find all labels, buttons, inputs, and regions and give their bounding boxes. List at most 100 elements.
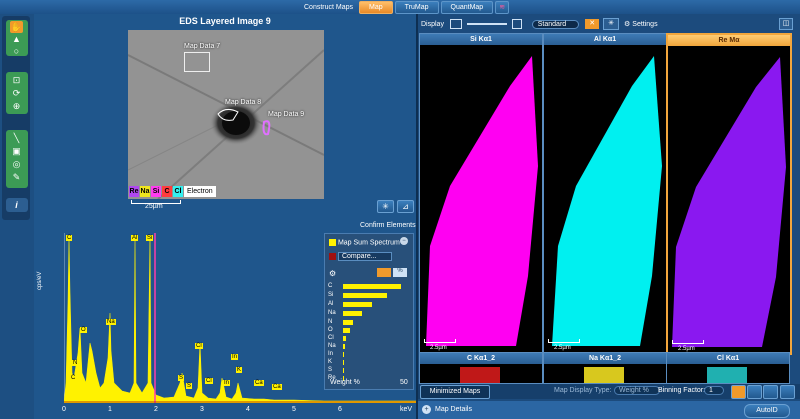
x-tick-6: 6 — [338, 406, 342, 413]
percent-toggle[interactable]: % — [393, 268, 407, 277]
draw-tool-group: ╲ ▣ ◎ ✎ — [6, 130, 28, 188]
compare-dropdown[interactable]: Compare... — [337, 252, 392, 261]
export-map-icon[interactable] — [763, 385, 778, 399]
map-tile-na[interactable]: Na Kα1_2 — [543, 352, 667, 384]
tool-strip: ✋ ▲ ○ ⊡ ⟳ ⊕ ╲ ▣ ◎ ✎ i — [2, 16, 30, 220]
element-row-o: O — [328, 327, 333, 333]
color-icon[interactable] — [780, 385, 795, 399]
overlay-icon[interactable]: ✕ — [585, 19, 600, 29]
legend-na[interactable]: Na — [140, 186, 150, 197]
map-tile-re[interactable]: Re Mα 2.5µm — [666, 33, 792, 355]
rectangle-tool-icon[interactable]: ▣ — [10, 145, 23, 157]
confirm-elements-link[interactable]: Confirm Elements — [360, 222, 416, 229]
peak-label-cl1: Cl — [195, 343, 203, 349]
brightness-icon[interactable]: ✳ — [377, 200, 394, 213]
element-row-n: N — [328, 319, 333, 325]
series-swatch — [329, 239, 336, 246]
scale-bar-label: 25µm — [145, 203, 163, 210]
brightness-map-icon[interactable]: ✳ — [603, 18, 620, 30]
element-row-k: K — [328, 359, 333, 365]
series-row[interactable]: Map Sum Spectrum — [329, 239, 400, 246]
map-add-icon[interactable]: ⊕ — [10, 100, 23, 112]
weight-footer-value: 50 — [400, 379, 408, 386]
quantmap-button[interactable]: QuantMap — [440, 0, 494, 14]
legend-si[interactable]: Si — [151, 186, 161, 197]
map-button[interactable]: Map — [359, 0, 393, 14]
collapse-icon[interactable]: − — [400, 237, 408, 245]
x-axis-label: keV — [400, 406, 413, 413]
construct-maps-bar: Construct Maps Map TruMap QuantMap ≋ — [300, 0, 510, 14]
large-view-icon[interactable] — [511, 19, 522, 29]
grid-icon[interactable] — [449, 19, 462, 29]
map-data-9-label: Map Data 9 — [268, 111, 305, 118]
minimized-maps-tab[interactable]: Minimized Maps — [420, 385, 490, 399]
x-tick-4: 4 — [246, 406, 250, 413]
autoid-button[interactable]: AutoID — [744, 404, 790, 418]
tile-scale-label: 2.5µm — [430, 345, 447, 351]
circle-tool-icon[interactable]: ○ — [10, 45, 23, 57]
tile-scale-label: 2.5µm — [554, 345, 571, 351]
map-tile-si[interactable]: Si Kα1 2.5µm — [419, 33, 543, 353]
settings-gear-icon[interactable]: ⚙ — [624, 21, 630, 28]
map-tile-re-title: Re Mα — [668, 35, 790, 46]
element-row-na2: Na — [328, 343, 336, 349]
align-icon[interactable] — [747, 385, 762, 399]
map-tile-cl[interactable]: Cl Kα1 — [666, 352, 790, 384]
standard-dropdown[interactable]: Standard — [531, 19, 580, 29]
legend-c[interactable]: C — [162, 186, 172, 197]
hand-icon[interactable]: ✋ — [10, 21, 23, 33]
peak-label-cl2: Cl — [205, 378, 213, 384]
trumap-button[interactable]: TruMap — [394, 0, 439, 14]
weight-bar-10 — [343, 368, 345, 373]
triangle-tool-icon[interactable]: ▲ — [10, 33, 23, 45]
x-tick-2: 2 — [154, 406, 158, 413]
weight-bar-4 — [343, 320, 354, 325]
peak-label-o: O — [80, 327, 87, 333]
expand-panel-icon[interactable]: ◫ — [779, 18, 793, 30]
map-tile-c[interactable]: C Kα1_2 — [419, 352, 543, 384]
peak-label-na: Na — [106, 319, 116, 325]
export-icon[interactable]: ⊿ — [397, 200, 414, 213]
map-rotate-icon[interactable]: ⟳ — [10, 87, 23, 99]
layers-icon[interactable]: ≋ — [495, 0, 510, 14]
binning-dropdown[interactable]: 1 — [704, 386, 724, 395]
electron-image[interactable]: Map Data 7 Map Data 8 Map Data 9 — [128, 30, 324, 199]
weight-bar-8 — [343, 352, 345, 357]
x-tick-1: 1 — [108, 406, 112, 413]
series-name: Map Sum Spectrum — [337, 239, 400, 247]
expand-details-icon[interactable]: + — [422, 405, 431, 414]
spectrum-side-panel: Map Sum Spectrum − Compare... ⚙ % — [324, 233, 414, 390]
element-row-al: Al — [328, 301, 334, 307]
binning-label: Binning Factor: — [658, 387, 706, 394]
weight-bar-9 — [343, 360, 345, 365]
settings-label[interactable]: Settings — [632, 21, 657, 28]
tile-scale-bar — [672, 340, 704, 344]
size-slider[interactable] — [466, 23, 507, 25]
map-details-label[interactable]: Map Details — [435, 406, 472, 413]
map-tile-cl-title: Cl Kα1 — [667, 353, 789, 364]
compare-row[interactable]: Compare... — [329, 252, 392, 261]
info-icon[interactable]: i — [10, 199, 23, 211]
line-tool-icon[interactable]: ╲ — [10, 132, 23, 144]
chart-icon[interactable] — [731, 385, 746, 399]
map-data-7-label: Map Data 7 — [184, 43, 221, 50]
map-details-bar: + Map Details AutoID — [418, 401, 800, 419]
al-map-image — [552, 56, 662, 346]
minimized-maps-bar: Minimized Maps Map Display Type: Weight … — [418, 384, 800, 399]
map-data-7-region[interactable] — [184, 52, 210, 72]
map-area-icon[interactable]: ⊡ — [10, 74, 23, 86]
periodic-table-icon[interactable]: ⚙ — [329, 269, 336, 278]
legend-re[interactable]: Re — [129, 186, 139, 197]
element-legend: Re Na Si C Cl Electron — [129, 186, 216, 198]
map-data-8-label: Map Data 8 — [225, 99, 262, 106]
construct-maps-label: Construct Maps — [304, 3, 354, 11]
ellipse-tool-icon[interactable]: ◎ — [10, 158, 23, 170]
bar-view-icon[interactable] — [377, 268, 391, 277]
display-type-dropdown[interactable]: Weight % — [614, 386, 660, 395]
legend-electron[interactable]: Electron — [184, 186, 216, 197]
map-tile-al[interactable]: Al Kα1 2.5µm — [543, 33, 667, 353]
element-row-cl: Cl — [328, 335, 334, 341]
legend-cl[interactable]: Cl — [173, 186, 183, 197]
element-row-s: S — [328, 367, 333, 373]
freehand-tool-icon[interactable]: ✎ — [10, 171, 23, 183]
